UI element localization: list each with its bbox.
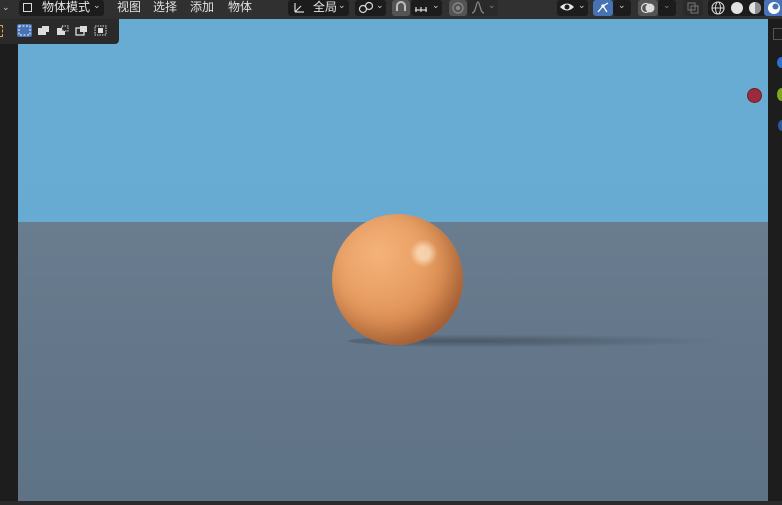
select-invert-icon[interactable] xyxy=(74,24,89,37)
3d-viewport[interactable] xyxy=(18,19,768,501)
transform-orientation-icon xyxy=(293,1,306,17)
chevron-down-icon: ⌄ xyxy=(488,1,496,11)
gizmo-toggle[interactable] xyxy=(593,0,613,16)
object-visibility-dropdown[interactable]: ⌄ xyxy=(557,0,588,16)
editor-type-chevron-icon[interactable]: ⌄ xyxy=(2,2,10,19)
navigation-gizmo-neg-z-axis[interactable] xyxy=(778,120,782,131)
gizmo-dropdown[interactable]: ⌄ xyxy=(613,0,631,16)
mode-label: 物体模式 xyxy=(42,0,91,14)
proportional-editing-icon xyxy=(452,2,464,17)
menu-add[interactable]: 添加 xyxy=(190,1,214,18)
snap-increment-icon xyxy=(413,1,429,17)
snap-magnet-icon xyxy=(394,1,408,17)
chevron-down-icon: ⌄ xyxy=(93,1,101,11)
shading-mode-group xyxy=(708,0,782,16)
wireframe-shading-icon[interactable] xyxy=(711,1,725,18)
falloff-dropdown[interactable]: ⌄ xyxy=(468,0,498,16)
falloff-curve-icon xyxy=(471,1,485,17)
chevron-down-icon: ⌄ xyxy=(578,1,586,11)
selection-mode-toolbar xyxy=(0,19,119,44)
menu-select[interactable]: 选择 xyxy=(153,1,177,18)
chevron-down-icon: ⌄ xyxy=(338,1,346,11)
snap-target-dropdown[interactable]: ⌄ xyxy=(411,0,442,16)
orange-sphere-object[interactable] xyxy=(332,214,463,345)
navigation-gizmo-z-axis[interactable] xyxy=(777,57,782,68)
scene-collection-edge xyxy=(773,28,782,40)
chevron-down-icon: ⌄ xyxy=(618,1,626,11)
rendered-shading-icon[interactable] xyxy=(764,0,782,16)
transform-orientation-dropdown[interactable]: 全局 ⌄ xyxy=(288,0,349,16)
proportional-editing-toggle[interactable] xyxy=(449,0,467,16)
menu-object[interactable]: 物体 xyxy=(228,1,252,18)
menu-view[interactable]: 视图 xyxy=(117,1,141,18)
overlays-icon xyxy=(640,2,655,17)
object-mode-icon xyxy=(23,3,32,12)
active-tool-indicator-icon xyxy=(0,25,3,37)
navigation-gizmo-x-axis[interactable] xyxy=(747,88,762,103)
pivot-point-dropdown[interactable]: ⌄ xyxy=(355,0,386,16)
chevron-down-icon: ⌄ xyxy=(376,1,384,11)
select-intersect-icon[interactable] xyxy=(93,24,108,37)
xray-toggle[interactable] xyxy=(683,0,703,16)
mode-dropdown[interactable]: 物体模式 ⌄ xyxy=(19,0,104,16)
left-toolbar-region xyxy=(0,44,18,501)
chevron-down-icon: ⌄ xyxy=(432,1,440,11)
select-new-icon[interactable] xyxy=(17,24,32,37)
select-subtract-icon[interactable] xyxy=(55,24,70,37)
gizmo-toggle-icon xyxy=(596,1,610,17)
solid-shading-icon[interactable] xyxy=(730,1,744,18)
xray-icon xyxy=(687,2,699,17)
bottom-edge xyxy=(0,501,782,505)
snap-toggle[interactable] xyxy=(392,0,410,16)
object-visibility-icon xyxy=(559,1,575,17)
material-preview-icon[interactable] xyxy=(748,1,762,18)
world-background xyxy=(18,19,768,222)
overlays-dropdown[interactable]: ⌄ xyxy=(658,0,676,16)
overlays-toggle[interactable] xyxy=(638,0,658,16)
chevron-down-icon: ⌄ xyxy=(663,1,671,11)
viewport-header: ⌄ 物体模式 ⌄ 视图 选择 添加 物体 全局 ⌄ ⌄ ⌄ ⌄ ⌄ ⌄ ⌄ xyxy=(0,0,782,19)
pivot-point-icon xyxy=(358,1,374,17)
navigation-gizmo-y-axis[interactable] xyxy=(777,88,782,101)
orientation-label: 全局 xyxy=(313,0,338,14)
select-extend-icon[interactable] xyxy=(36,24,51,37)
